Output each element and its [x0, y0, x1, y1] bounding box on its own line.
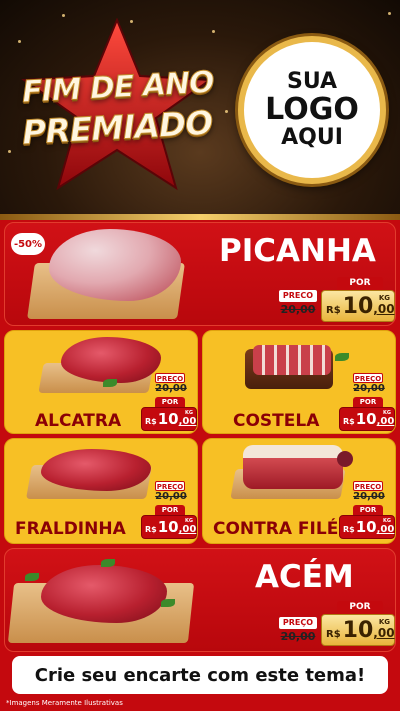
preco-label: PREÇO — [353, 373, 383, 383]
old-price: 20,00 — [280, 630, 316, 643]
preco-label: PREÇO — [155, 481, 185, 491]
product-name: ACÉM — [255, 559, 354, 595]
price-block: PREÇO 20,00 POR R$ 10 ,00 KG — [141, 479, 197, 541]
currency-symbol: R$ — [343, 525, 355, 534]
old-price: 20,00 — [155, 383, 187, 394]
price-block: PREÇO 20,00 POR R$ 10 ,00 KG — [141, 371, 197, 433]
meat-image — [41, 565, 167, 623]
logo-text-line1: SUA — [286, 69, 338, 95]
por-label: POR — [353, 505, 383, 515]
unit-label: KG — [185, 410, 193, 416]
product-name: FRALDINHA — [15, 519, 126, 539]
unit-label: KG — [378, 294, 390, 302]
sparkle-decoration — [62, 14, 65, 17]
product-card-picanha: -50% PICANHA PRECO 20,00 POR R$ 10 ,00 K… — [4, 222, 396, 326]
onion-icon — [337, 451, 353, 467]
por-label: POR — [337, 277, 383, 290]
product-name: ALCATRA — [35, 411, 122, 431]
sparkle-decoration — [388, 12, 391, 15]
meat-image — [41, 449, 151, 491]
cta-banner: Crie seu encarte com este tema! — [12, 656, 388, 694]
preco-label: PRECO — [279, 290, 317, 302]
currency-symbol: R$ — [145, 525, 157, 534]
por-label: POR — [337, 601, 383, 614]
unit-label: KG — [185, 518, 193, 524]
price-integer: 10 — [342, 294, 374, 319]
meat-image — [49, 229, 181, 301]
currency-symbol: R$ — [326, 629, 341, 640]
currency-symbol: R$ — [343, 417, 355, 426]
preco-label: PREÇO — [155, 373, 185, 383]
current-price: R$ 10 ,00 KG — [339, 407, 395, 431]
herb-icon — [103, 379, 117, 387]
price-integer: 10 — [157, 410, 179, 428]
old-price: 20,00 — [155, 491, 187, 502]
preco-label: PREÇO — [279, 617, 317, 629]
unit-label: KG — [378, 618, 390, 626]
herb-icon — [161, 599, 175, 607]
por-label: POR — [353, 397, 383, 407]
logo-placeholder: SUA LOGO AQUI — [238, 36, 386, 184]
herb-icon — [25, 573, 39, 581]
price-integer: 10 — [157, 518, 179, 536]
por-label: POR — [155, 397, 185, 407]
product-name: PICANHA — [219, 233, 376, 269]
logo-text-line3: AQUI — [281, 125, 343, 151]
current-price: R$ 10 ,00 KG — [321, 614, 395, 646]
current-price: R$ 10 ,00 KG — [339, 515, 395, 539]
por-label: POR — [155, 505, 185, 515]
price-block: PREÇO 20,00 POR R$ 10 ,00 KG — [339, 371, 395, 433]
header-banner: FIM DE ANO PREMIADO SUA LOGO AQUI — [0, 0, 400, 218]
old-price: 20,00 — [353, 383, 385, 394]
price-cents: ,00 — [373, 302, 395, 316]
preco-label: PREÇO — [353, 481, 383, 491]
current-price: R$ 10 ,00 KG — [321, 290, 395, 322]
price-cents: ,00 — [178, 416, 197, 427]
unit-label: KG — [383, 518, 391, 524]
current-price: R$ 10 ,00 KG — [141, 515, 197, 539]
herb-icon — [101, 559, 115, 567]
product-card-fraldinha: FRALDINHA PREÇO 20,00 POR R$ 10 ,00 KG — [4, 438, 198, 544]
price-integer: 10 — [355, 410, 377, 428]
price-block: PREÇO 20,00 POR R$ 10 ,00 KG — [279, 599, 395, 649]
meat-image — [243, 445, 343, 489]
herb-icon — [335, 353, 349, 361]
currency-symbol: R$ — [145, 417, 157, 426]
meat-image — [253, 345, 331, 375]
price-cents: ,00 — [373, 626, 395, 640]
currency-symbol: R$ — [326, 305, 341, 316]
product-name: CONTRA FILÉ — [213, 519, 339, 539]
price-block: PRECO 20,00 POR R$ 10 ,00 KG — [279, 275, 395, 325]
current-price: R$ 10 ,00 KG — [141, 407, 197, 431]
old-price: 20,00 — [280, 303, 316, 316]
product-card-costela: COSTELA PREÇO 20,00 POR R$ 10 ,00 KG — [202, 330, 396, 434]
old-price: 20,00 — [353, 491, 385, 502]
flyer-page: FIM DE ANO PREMIADO SUA LOGO AQUI -50% P… — [0, 0, 400, 711]
product-card-contra-file: CONTRA FILÉ PREÇO 20,00 POR R$ 10 ,00 KG — [202, 438, 396, 544]
discount-badge: -50% — [11, 233, 45, 255]
disclaimer-text: *Imagens Meramente Ilustrativas — [6, 699, 123, 707]
price-block: PREÇO 20,00 POR R$ 10 ,00 KG — [339, 479, 395, 541]
price-integer: 10 — [355, 518, 377, 536]
price-integer: 10 — [342, 618, 374, 643]
price-cents: ,00 — [178, 524, 197, 535]
product-card-acem: ACÉM PREÇO 20,00 POR R$ 10 ,00 KG — [4, 548, 396, 652]
sparkle-decoration — [225, 110, 228, 113]
price-cents: ,00 — [376, 416, 395, 427]
logo-text-line2: LOGO — [265, 91, 359, 127]
price-cents: ,00 — [376, 524, 395, 535]
product-card-alcatra: ALCATRA PREÇO 20,00 POR R$ 10 ,00 KG — [4, 330, 198, 434]
product-name: COSTELA — [233, 411, 320, 431]
unit-label: KG — [383, 410, 391, 416]
